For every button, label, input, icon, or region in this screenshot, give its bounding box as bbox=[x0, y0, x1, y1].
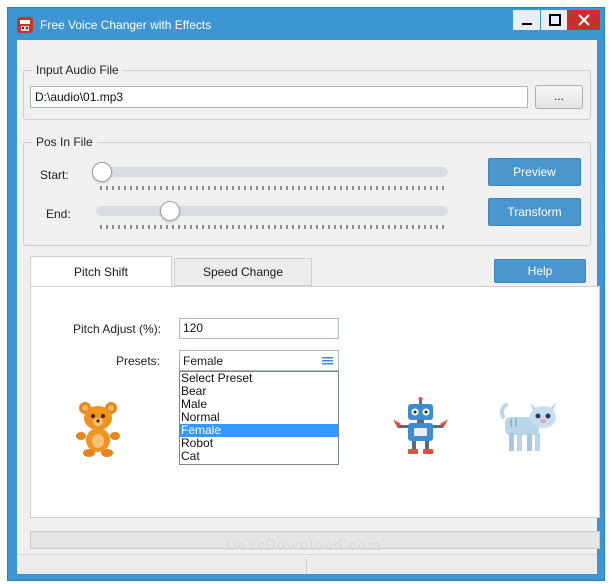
start-slider-thumb[interactable] bbox=[92, 162, 112, 182]
maximize-icon bbox=[548, 14, 561, 26]
end-slider-ticks bbox=[100, 225, 448, 229]
app-icon bbox=[17, 17, 33, 33]
end-slider-track[interactable] bbox=[96, 206, 448, 216]
help-button[interactable]: Help bbox=[494, 259, 586, 283]
minimize-icon bbox=[521, 23, 532, 25]
transform-button[interactable]: Transform bbox=[488, 198, 581, 226]
tab-speed-change[interactable]: Speed Change bbox=[174, 258, 312, 286]
pitch-shift-panel: Pitch Adjust (%): 120 Presets: Female Se… bbox=[30, 286, 600, 518]
file-path-input[interactable]: D:\audio\01.mp3 bbox=[30, 86, 528, 108]
dropdown-icon bbox=[322, 357, 333, 365]
tab-pitch-shift[interactable]: Pitch Shift bbox=[30, 256, 172, 287]
bear-icon[interactable] bbox=[74, 400, 122, 458]
presets-label: Presets: bbox=[116, 354, 161, 368]
footer-separator bbox=[306, 559, 307, 573]
preset-option[interactable]: Robot bbox=[180, 437, 338, 450]
preview-button[interactable]: Preview bbox=[488, 158, 581, 186]
input-audio-group: Input Audio File D:\audio\01.mp3 ... bbox=[23, 63, 591, 120]
close-button[interactable] bbox=[567, 10, 600, 30]
app-window: Free Voice Changer with Effects Input Au… bbox=[7, 7, 605, 581]
window-title: Free Voice Changer with Effects bbox=[40, 18, 212, 32]
pitch-adjust-input[interactable]: 120 bbox=[179, 318, 339, 339]
presets-listbox[interactable]: Select Preset Bear Male Normal Female Ro… bbox=[179, 371, 339, 465]
start-label: Start: bbox=[40, 168, 69, 182]
start-slider-ticks bbox=[100, 186, 448, 190]
robot-icon[interactable] bbox=[393, 397, 449, 459]
pos-in-file-group: Pos In File Start: End: Preview Transfor… bbox=[23, 135, 591, 246]
browse-button[interactable]: ... bbox=[535, 85, 583, 109]
close-icon bbox=[577, 14, 590, 26]
presets-selected-value: Female bbox=[183, 354, 224, 368]
preset-option[interactable]: Cat bbox=[180, 450, 338, 463]
pos-in-file-group-title: Pos In File bbox=[32, 135, 97, 149]
title-bar[interactable]: Free Voice Changer with Effects bbox=[8, 8, 604, 40]
end-slider-thumb[interactable] bbox=[160, 201, 180, 221]
watermark-text: GearDownload.com bbox=[226, 538, 382, 554]
client-area: Input Audio File D:\audio\01.mp3 ... Pos… bbox=[17, 40, 600, 574]
minimize-button[interactable] bbox=[513, 10, 540, 30]
start-slider-track[interactable] bbox=[96, 167, 448, 177]
presets-dropdown[interactable]: Female bbox=[179, 350, 339, 371]
status-footer bbox=[17, 554, 597, 574]
cat-icon[interactable] bbox=[499, 399, 559, 455]
end-label: End: bbox=[46, 207, 71, 221]
pitch-adjust-label: Pitch Adjust (%): bbox=[73, 322, 162, 336]
input-audio-group-title: Input Audio File bbox=[32, 63, 123, 77]
maximize-button[interactable] bbox=[541, 10, 568, 30]
